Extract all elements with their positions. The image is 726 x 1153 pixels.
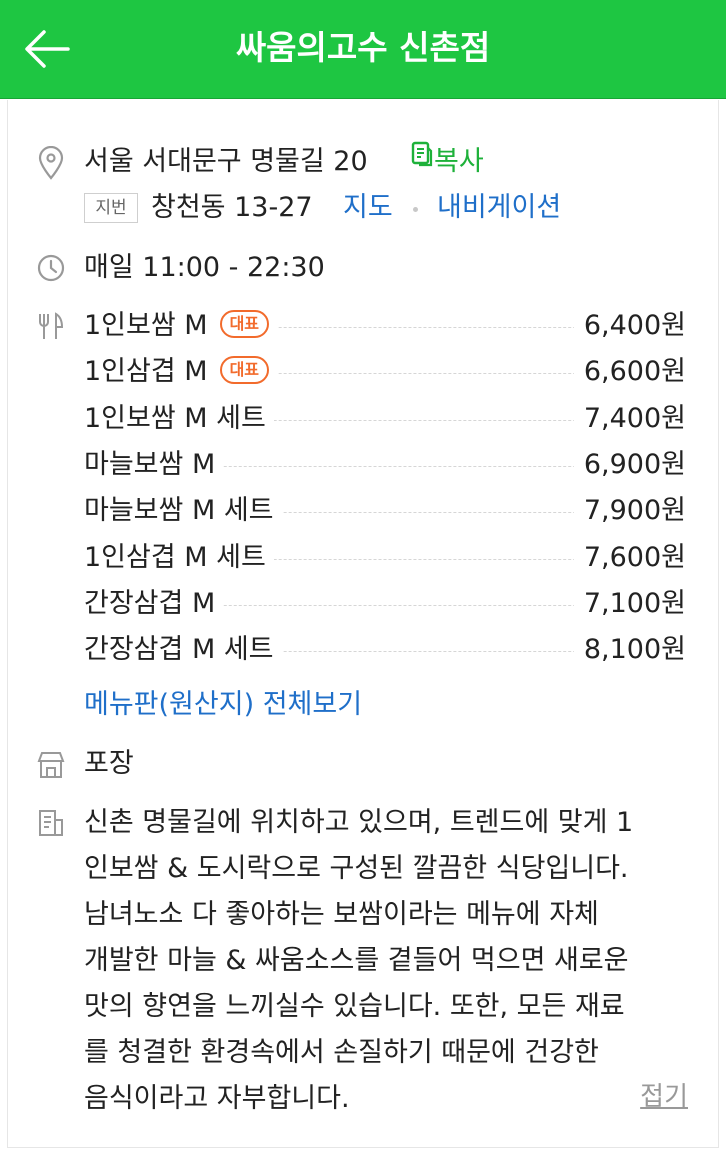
menu-item-price: 6,900원 — [573, 442, 686, 487]
menu-item-price: 7,900원 — [573, 489, 686, 534]
app-header: 싸움의고수 신촌점 — [0, 0, 726, 99]
menu-item-name: 1인보쌈 M 세트 — [84, 396, 274, 441]
description-line: 신촌 명물길에 위치하고 있으며, 트렌드에 맞게 1 — [84, 807, 634, 838]
menu-item-name: 마늘보쌈 M 세트 — [84, 489, 282, 534]
copy-address-button[interactable]: 복사 — [410, 140, 484, 182]
map-link[interactable]: 지도 — [343, 188, 393, 228]
menu-item: 1인보쌈 M 세트 7,400원 — [84, 396, 686, 441]
view-full-menu-link[interactable]: 메뉴판(원산지) 전체보기 — [84, 685, 362, 725]
menu-item: 간장삼겹 M 7,100원 — [84, 581, 686, 626]
page-title: 싸움의고수 신촌점 — [235, 28, 491, 67]
menu-item-label: 간장삼겹 M 세트 — [84, 634, 274, 666]
business-hours: 매일 11:00 - 22:30 — [84, 252, 325, 283]
menu-item-name: 1인삼겹 M 세트 — [84, 535, 274, 580]
separator-dot — [413, 207, 418, 212]
menu-item-label: 마늘보쌈 M — [84, 448, 216, 480]
description-line: 남녀노소 다 좋아하는 보쌈이라는 메뉴에 자체 — [84, 899, 599, 930]
description-line: 개발한 마늘 & 싸움소스를 곁들어 먹으면 새로운 — [84, 945, 629, 976]
jibun-tag: 지번 — [84, 193, 138, 223]
menu-item: 1인삼겹 M 세트 7,600원 — [84, 535, 686, 580]
menu-item-name: 1인삼겹 M 대표 — [84, 350, 278, 395]
menu-item-price: 7,400원 — [573, 396, 686, 441]
document-icon — [36, 808, 66, 838]
menu-item: 마늘보쌈 M 세트 7,900원 — [84, 489, 686, 534]
menu-item-name: 마늘보쌈 M — [84, 442, 224, 487]
menu-item-label: 1인삼겹 M 세트 — [84, 541, 266, 573]
menu-item-price: 7,100원 — [573, 581, 686, 626]
fold-button[interactable]: 접기 — [640, 1076, 688, 1113]
menu-item-name: 간장삼겹 M — [84, 581, 224, 626]
road-address: 서울 서대문구 명물길 20 — [84, 146, 368, 177]
location-pin-icon — [36, 145, 66, 180]
description-line: 인보쌈 & 도시락으로 구성된 깔끔한 식당입니다. — [84, 853, 629, 884]
menu-item-label: 1인삼겹 M — [84, 356, 208, 388]
signature-badge: 대표 — [219, 355, 270, 384]
menu-item-label: 1인보쌈 M 세트 — [84, 402, 266, 434]
copy-label: 복사 — [434, 146, 484, 177]
menu-item: 1인보쌈 M 대표 6,400원 — [84, 304, 686, 348]
menu-item-label: 1인보쌈 M — [84, 310, 208, 341]
menu-item-price: 6,600원 — [573, 350, 686, 395]
menu-item-price: 7,600원 — [573, 535, 686, 580]
takeout-label: 포장 — [84, 748, 134, 779]
description-line: 맛의 향연을 느끼실수 있습니다. 또한, 모든 재료 — [84, 991, 625, 1022]
jibun-address: 창천동 13-27 — [151, 192, 313, 223]
menu-item: 1인삼겹 M 대표 6,600원 — [84, 350, 686, 395]
menu-item-name: 1인보쌈 M 대표 — [84, 304, 278, 348]
menu-item-price: 6,400원 — [573, 304, 686, 348]
menu-item-label: 마늘보쌈 M 세트 — [84, 495, 274, 527]
menu-item: 마늘보쌈 M 6,900원 — [84, 442, 686, 487]
restaurant-description: 신촌 명물길에 위치하고 있으며, 트렌드에 맞게 1 인보쌈 & 도시락으로 … — [84, 800, 694, 1122]
copy-icon — [410, 140, 434, 180]
menu-item: 간장삼겹 M 세트 8,100원 — [84, 628, 686, 673]
fork-knife-icon — [36, 311, 66, 341]
clock-icon — [36, 253, 66, 283]
navigation-link[interactable]: 내비게이션 — [437, 188, 561, 228]
menu-item-price: 8,100원 — [573, 628, 686, 673]
store-icon — [36, 750, 66, 780]
signature-badge: 대표 — [219, 309, 270, 338]
description-line: 음식이라고 자부합니다. — [84, 1083, 350, 1114]
description-line: 를 청결한 환경속에서 손질하기 때문에 건강한 — [84, 1037, 599, 1068]
menu-item-label: 간장삼겹 M — [84, 587, 216, 619]
menu-item-name: 간장삼겹 M 세트 — [84, 628, 282, 673]
